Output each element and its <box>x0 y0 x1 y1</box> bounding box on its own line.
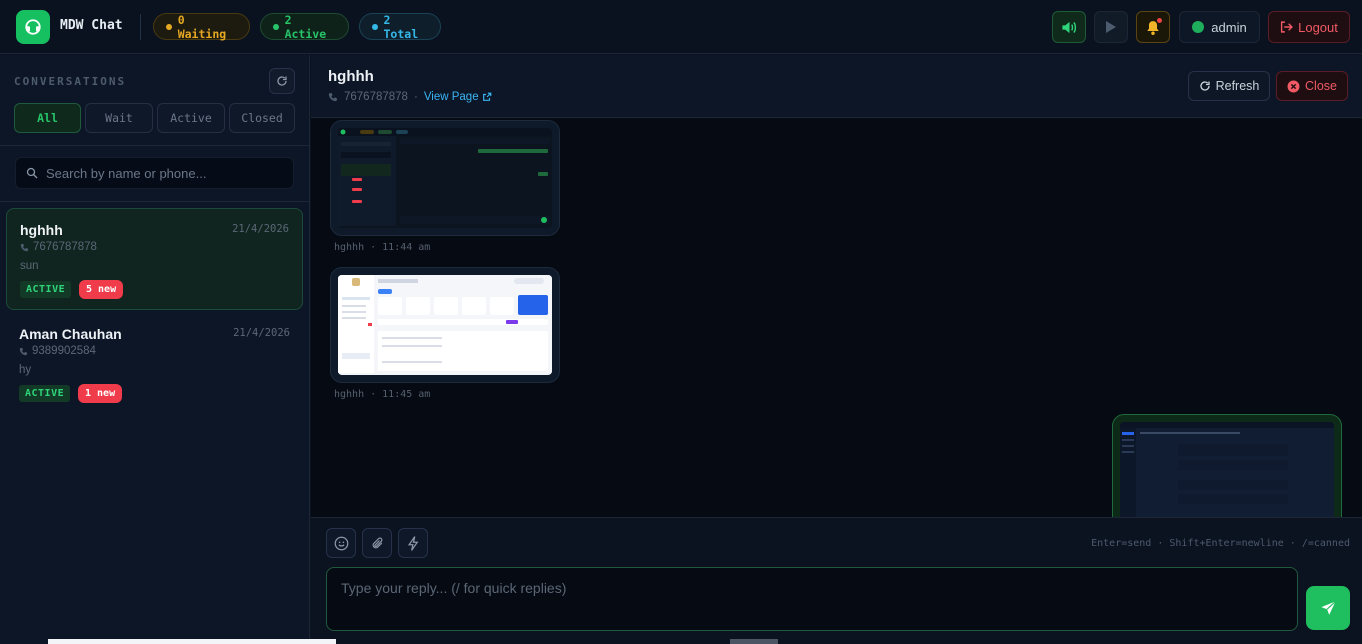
notification-dot <box>1157 18 1162 23</box>
image-attachment[interactable] <box>338 128 552 228</box>
message-meta: hghhh · 11:45 am <box>334 389 431 400</box>
view-page-label: View Page <box>423 91 479 103</box>
waiting-count-badge[interactable]: 0 Waiting <box>153 12 250 41</box>
phone-number: 7676787878 <box>33 241 97 253</box>
sound-toggle-button[interactable] <box>1052 11 1086 43</box>
conversation-date: 21/4/2026 <box>233 327 290 339</box>
chat-header: hghhh 7676787878 · View Page Refresh Clo… <box>311 55 1362 118</box>
app-logo <box>16 10 50 44</box>
image-attachment[interactable] <box>1120 422 1334 517</box>
logout-icon <box>1281 21 1294 33</box>
status-badge: ACTIVE <box>20 281 72 298</box>
app-title: MDW Chat <box>60 18 123 33</box>
close-label: Close <box>1305 79 1337 93</box>
status-dot <box>166 23 172 30</box>
refresh-button[interactable]: Refresh <box>1188 71 1270 101</box>
filter-all[interactable]: All <box>14 103 81 133</box>
username: admin <box>1211 19 1247 35</box>
refresh-icon <box>1199 81 1210 91</box>
divider <box>0 201 310 202</box>
send-button[interactable] <box>1306 586 1350 630</box>
sidebar-refresh-button[interactable] <box>269 68 295 94</box>
phone-icon <box>20 243 29 251</box>
user-icon <box>1192 21 1205 33</box>
scrollbar-thumb[interactable] <box>730 639 778 644</box>
logout-button[interactable]: Logout <box>1268 11 1350 43</box>
screenshot-thumbnail <box>1120 422 1334 517</box>
search-box <box>15 157 294 189</box>
total-count-badge[interactable]: 2 Total <box>359 12 441 41</box>
phone-number: 9389902584 <box>32 345 96 357</box>
send-icon <box>1320 600 1336 615</box>
sidebar-heading: CONVERSATIONS <box>14 75 127 88</box>
reply-box <box>326 567 1298 631</box>
horizontal-scrollbar-track <box>48 639 336 644</box>
external-link-icon <box>482 92 491 101</box>
notifications-button[interactable] <box>1136 11 1170 43</box>
paperclip-icon <box>372 537 382 548</box>
refresh-icon <box>277 76 287 86</box>
contact-phone: 9389902584 <box>19 345 96 357</box>
headset-icon <box>25 19 41 35</box>
view-page-link[interactable]: View Page <box>424 91 492 103</box>
active-count-badge[interactable]: 2 Active <box>260 12 349 41</box>
total-count-label: 2 Total <box>383 12 419 41</box>
user-menu[interactable]: admin <box>1179 11 1260 43</box>
conversation-item[interactable]: hghhh 21/4/2026 7676787878 sun ACTIVE 5 … <box>6 208 303 310</box>
divider <box>0 145 310 146</box>
close-chat-button[interactable]: Close <box>1276 71 1348 101</box>
message-bubble <box>1112 414 1342 517</box>
contact-name: Aman Chauhan <box>19 326 122 342</box>
status-badge: ACTIVE <box>19 385 71 402</box>
divider <box>140 14 141 40</box>
status-dot <box>273 23 279 30</box>
filter-closed[interactable]: Closed <box>229 103 295 133</box>
contact-name: hghhh <box>20 222 63 238</box>
bolt-icon <box>407 535 418 551</box>
last-message: sun <box>20 260 39 272</box>
composer: Enter=send · Shift+Enter=newline · /=can… <box>311 517 1362 644</box>
chat-contact-phone: 7676787878 · View Page <box>328 91 492 103</box>
waiting-count-label: 0 Waiting <box>177 12 227 41</box>
reply-input[interactable] <box>341 580 1283 618</box>
logout-label: Logout <box>1298 19 1338 35</box>
quick-replies-button[interactable] <box>398 528 428 558</box>
screenshot-thumbnail <box>338 128 552 226</box>
filter-wait[interactable]: Wait <box>85 103 153 133</box>
play-button[interactable] <box>1094 11 1128 43</box>
phone-number: 7676787878 <box>344 91 408 103</box>
separator: · <box>413 91 418 103</box>
status-dot <box>372 23 378 30</box>
active-count-label: 2 Active <box>284 12 327 41</box>
unread-badge: 5 new <box>79 280 124 299</box>
conversation-sidebar: CONVERSATIONS All Wait Active Closed hgh… <box>0 55 310 644</box>
phone-icon <box>19 347 28 355</box>
attach-button[interactable] <box>362 528 392 558</box>
chat-contact-name: hghhh <box>328 68 374 85</box>
last-message: hy <box>19 364 32 376</box>
unread-badge: 1 new <box>78 384 123 403</box>
conversation-item[interactable]: Aman Chauhan 21/4/2026 9389902584 hy ACT… <box>6 313 303 415</box>
search-input[interactable] <box>46 165 286 181</box>
message-bubble <box>330 120 560 236</box>
image-attachment[interactable] <box>338 275 552 375</box>
search-icon <box>26 167 38 179</box>
play-icon <box>1106 21 1116 33</box>
conversation-date: 21/4/2026 <box>232 223 289 235</box>
emoji-icon <box>334 536 348 550</box>
keyboard-hints: Enter=send · Shift+Enter=newline · /=can… <box>1091 538 1350 549</box>
speaker-icon <box>1061 21 1076 33</box>
emoji-button[interactable] <box>326 528 356 558</box>
message-bubble <box>330 267 560 383</box>
top-bar: MDW Chat 0 Waiting 2 Active 2 Total admi… <box>0 0 1362 54</box>
contact-phone: 7676787878 <box>20 241 97 253</box>
filter-active[interactable]: Active <box>157 103 225 133</box>
message-list[interactable]: hghhh · 11:44 am hghhh · 11:45 am <box>311 118 1362 517</box>
refresh-label: Refresh <box>1215 79 1260 93</box>
phone-icon <box>328 92 338 102</box>
message-meta: hghhh · 11:44 am <box>334 242 431 253</box>
screenshot-thumbnail <box>338 275 552 373</box>
close-circle-icon <box>1287 80 1300 92</box>
